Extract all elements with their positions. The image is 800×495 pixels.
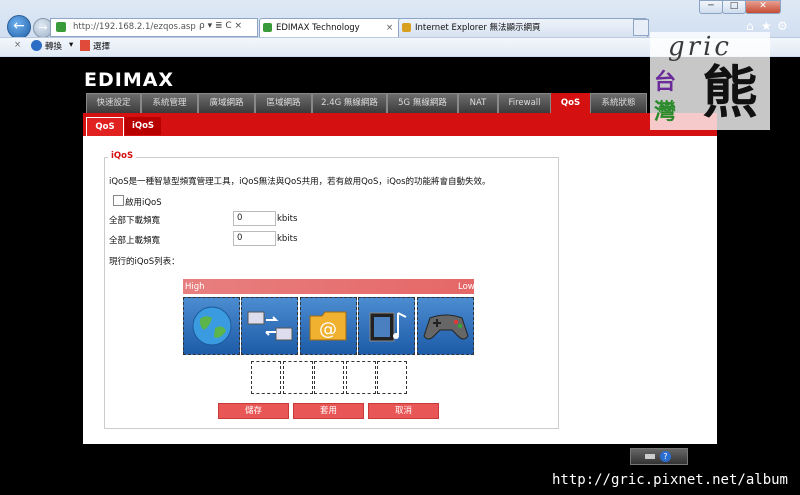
priority-high-label: High	[185, 282, 205, 292]
globe-tile[interactable]	[183, 297, 240, 355]
gamepad-tile[interactable]	[417, 297, 474, 355]
tab-edimax[interactable]: EDIMAX Technology ×	[259, 18, 413, 37]
tab-close-icon[interactable]: ×	[386, 19, 393, 37]
enable-iqos-label: 啟用iQoS	[125, 198, 162, 208]
tab-ie-error[interactable]: Internet Explorer 無法顯示網頁	[398, 18, 648, 37]
media-tile[interactable]	[358, 297, 415, 355]
upload-bandwidth-label: 全部上載頻寬	[109, 236, 161, 246]
page-icon	[402, 23, 411, 32]
section-title: iQoS	[108, 151, 137, 161]
toolbar-close-icon[interactable]: ×	[14, 40, 21, 50]
back-arrow-icon: ←	[13, 18, 25, 34]
tab-wireless-5g[interactable]: 5G 無線網路	[387, 93, 458, 114]
network-transfer-icon	[247, 311, 292, 341]
address-text[interactable]: http://192.168.2.1/ezqos.asp	[73, 22, 196, 32]
subtab-qos[interactable]: QoS	[86, 117, 124, 137]
help-widget[interactable]: ?	[630, 448, 688, 465]
cancel-button[interactable]: 取消	[368, 403, 439, 419]
convert-menu[interactable]: 轉換	[45, 40, 62, 52]
tab-lan[interactable]: 區域網路	[255, 93, 312, 114]
tab-qos[interactable]: QoS	[551, 93, 590, 114]
home-icon[interactable]: ⌂	[746, 19, 754, 33]
priority-low-label: Low	[458, 282, 475, 292]
priority-slot[interactable]	[346, 361, 376, 394]
page-icon	[263, 23, 272, 32]
tab-firewall[interactable]: Firewall	[498, 93, 551, 114]
iqos-description: iQoS是一種智慧型頻寬管理工具，iQoS無法與QoS共用，若有啟用QoS，iQ…	[109, 177, 491, 187]
tab-system[interactable]: 系統管理	[141, 93, 198, 114]
watermark-char-a: 台	[654, 70, 677, 95]
network-transfer-tile[interactable]	[241, 297, 298, 355]
edimax-logo: EDIMAX	[84, 69, 175, 91]
tab-edimax-label: EDIMAX Technology	[276, 23, 360, 33]
current-list-label: 現行的iQoS列表：	[109, 257, 180, 267]
tab-quick-setup[interactable]: 快速設定	[86, 93, 141, 114]
chevron-down-icon[interactable]: ▾	[69, 40, 73, 50]
maximize-button[interactable]: □	[722, 0, 746, 14]
select-menu[interactable]: 選擇	[93, 40, 110, 52]
svg-text:@: @	[319, 319, 337, 340]
window-close-button[interactable]: ✕	[745, 0, 781, 14]
media-icon	[369, 312, 406, 342]
sub-tab-bar	[83, 113, 717, 136]
upload-bandwidth-input[interactable]: 0	[233, 231, 276, 246]
watermark-char-b: 灣	[654, 100, 677, 125]
tab-status[interactable]: 系統狀態	[590, 93, 647, 114]
download-unit: kbits	[277, 214, 298, 224]
priority-slot[interactable]	[314, 361, 344, 394]
email-tile[interactable]: @	[300, 297, 357, 355]
priority-bar	[183, 279, 474, 294]
translate-icon	[31, 40, 42, 51]
enable-iqos-checkbox[interactable]	[113, 195, 124, 206]
tab-wireless-24g[interactable]: 2.4G 無線網路	[312, 93, 387, 114]
new-tab-button[interactable]	[633, 19, 649, 36]
watermark: gric 台 灣 熊	[650, 32, 770, 130]
select-icon	[80, 40, 90, 51]
keyboard-icon	[645, 454, 655, 459]
priority-slot[interactable]	[377, 361, 407, 394]
gamepad-icon	[422, 314, 469, 340]
apply-button[interactable]: 套用	[293, 403, 364, 419]
subtab-iqos[interactable]: iQoS	[125, 117, 161, 135]
tab-nat[interactable]: NAT	[458, 93, 498, 114]
address-controls-icon[interactable]: ρ ▾ ≣ C ×	[199, 21, 242, 31]
favorites-star-icon[interactable]: ★	[761, 19, 772, 33]
gear-icon[interactable]: ⚙	[777, 19, 788, 33]
forward-arrow-icon: →	[38, 21, 48, 34]
download-bandwidth-input[interactable]: 0	[233, 211, 276, 226]
save-button[interactable]: 儲存	[218, 403, 289, 419]
watermark-latin: gric	[668, 32, 732, 62]
address-bar[interactable]: http://192.168.2.1/ezqos.asp ρ ▾ ≣ C ×	[50, 18, 258, 37]
email-icon: @	[309, 311, 346, 341]
footer-url: http://gric.pixnet.net/album	[551, 472, 788, 488]
site-icon	[56, 22, 66, 32]
minimize-button[interactable]: ─	[699, 0, 723, 14]
upload-unit: kbits	[277, 234, 298, 244]
back-button[interactable]: ←	[7, 15, 31, 39]
tab-wan[interactable]: 廣域網路	[198, 93, 255, 114]
watermark-char-c: 熊	[702, 61, 758, 126]
priority-slot[interactable]	[251, 361, 281, 394]
globe-icon	[192, 306, 231, 346]
tab-ie-error-label: Internet Explorer 無法顯示網頁	[415, 23, 541, 33]
priority-slot[interactable]	[283, 361, 313, 394]
download-bandwidth-label: 全部下載頻寬	[109, 216, 161, 226]
help-icon[interactable]: ?	[660, 451, 671, 462]
